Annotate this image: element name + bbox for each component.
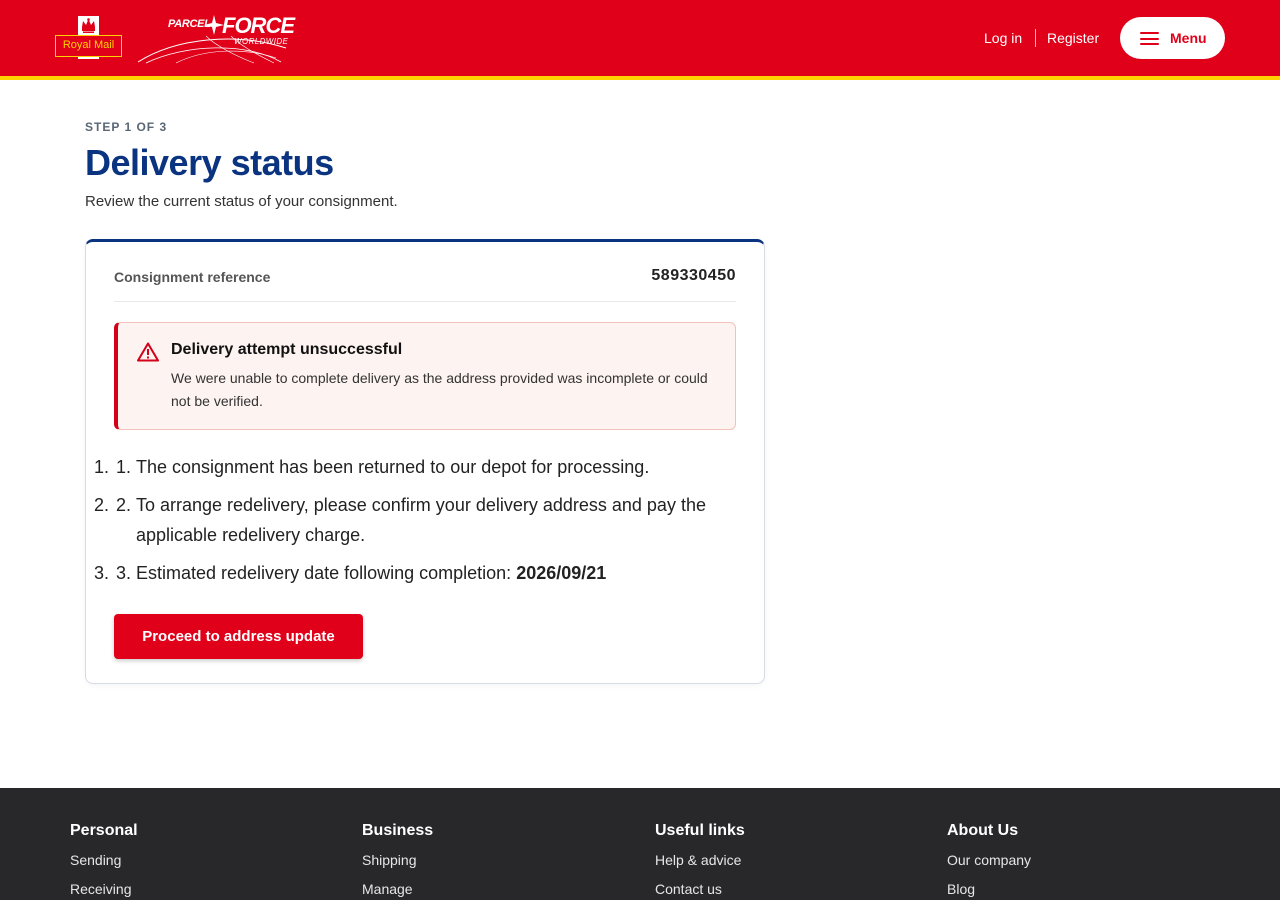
footer-link-shipping[interactable]: Shipping xyxy=(362,851,622,869)
footer-link-blog[interactable]: Blog xyxy=(947,880,1207,898)
footer-column-useful-links: Useful links Help & advice Contact us xyxy=(655,822,915,898)
footer-link-contact[interactable]: Contact us xyxy=(655,880,915,898)
parcelforce-logo[interactable]: PARCEL FORCE WORLDWIDE xyxy=(136,12,295,64)
redelivery-date: 2026/09/21 xyxy=(516,563,607,583)
step-text-with-date: Estimated redelivery date following comp… xyxy=(136,558,736,588)
page-title: Delivery status xyxy=(85,142,334,183)
footer-column-about-us: About Us Our company Blog xyxy=(947,822,1207,898)
site-footer: Personal Sending Receiving Business Ship… xyxy=(0,788,1280,900)
royal-mail-logo[interactable]: Royal Mail xyxy=(55,16,122,59)
step-text: To arrange redelivery, please confirm yo… xyxy=(136,495,706,545)
step-number: 2. xyxy=(116,495,132,515)
consignment-reference-value: 589330450 xyxy=(651,267,736,284)
header-yellow-stripe xyxy=(0,76,1280,80)
parcelforce-parcel-text: PARCEL xyxy=(168,18,211,30)
menu-label: Menu xyxy=(1170,30,1207,46)
step-number: 3. xyxy=(116,563,132,583)
crown-icon xyxy=(82,18,95,33)
hamburger-icon xyxy=(1140,32,1159,45)
page-subtitle: Review the current status of your consig… xyxy=(85,193,398,210)
royal-mail-wordmark-box: Royal Mail xyxy=(55,35,122,57)
consignment-reference-label: Consignment reference xyxy=(114,269,271,285)
royal-mail-wordmark: Royal Mail xyxy=(62,39,115,51)
delivery-status-card: Consignment reference 589330450 Delivery… xyxy=(85,239,765,684)
footer-link-manage[interactable]: Manage xyxy=(362,880,622,898)
step-indicator: STEP 1 OF 3 xyxy=(85,120,168,134)
footer-heading: Business xyxy=(362,822,434,839)
alert-body: We were unable to complete delivery as t… xyxy=(171,370,708,409)
delivery-failed-alert: Delivery attempt unsuccessful We were un… xyxy=(114,322,736,430)
login-link[interactable]: Log in xyxy=(984,29,1022,47)
footer-column-personal: Personal Sending Receiving xyxy=(70,822,330,898)
step-number: 1. xyxy=(116,457,132,477)
alert-title: Delivery attempt unsuccessful xyxy=(171,341,403,358)
site-header: Royal Mail PARCEL FORCE WORLDWIDE Log in… xyxy=(0,0,1280,76)
footer-link-our-company[interactable]: Our company xyxy=(947,851,1207,869)
footer-link-sending[interactable]: Sending xyxy=(70,851,330,869)
footer-link-help[interactable]: Help & advice xyxy=(655,851,915,869)
footer-heading: About Us xyxy=(947,822,1019,839)
footer-link-receiving[interactable]: Receiving xyxy=(70,880,330,898)
footer-heading: Personal xyxy=(70,822,138,839)
proceed-to-address-update-button[interactable]: Proceed to address update xyxy=(114,614,363,659)
parcelforce-worldwide-text: WORLDWIDE xyxy=(234,37,289,46)
parcelforce-force-text: FORCE xyxy=(222,13,295,38)
register-link[interactable]: Register xyxy=(1047,29,1099,47)
nav-divider xyxy=(1035,29,1036,47)
menu-button[interactable]: Menu xyxy=(1120,17,1225,59)
step-text: Estimated redelivery date following comp… xyxy=(136,563,517,583)
warning-icon xyxy=(137,342,159,362)
card-divider xyxy=(114,301,736,302)
footer-column-business: Business Shipping Manage xyxy=(362,822,622,898)
footer-heading: Useful links xyxy=(655,822,745,839)
step-text: The consignment has been returned to our… xyxy=(136,457,650,477)
